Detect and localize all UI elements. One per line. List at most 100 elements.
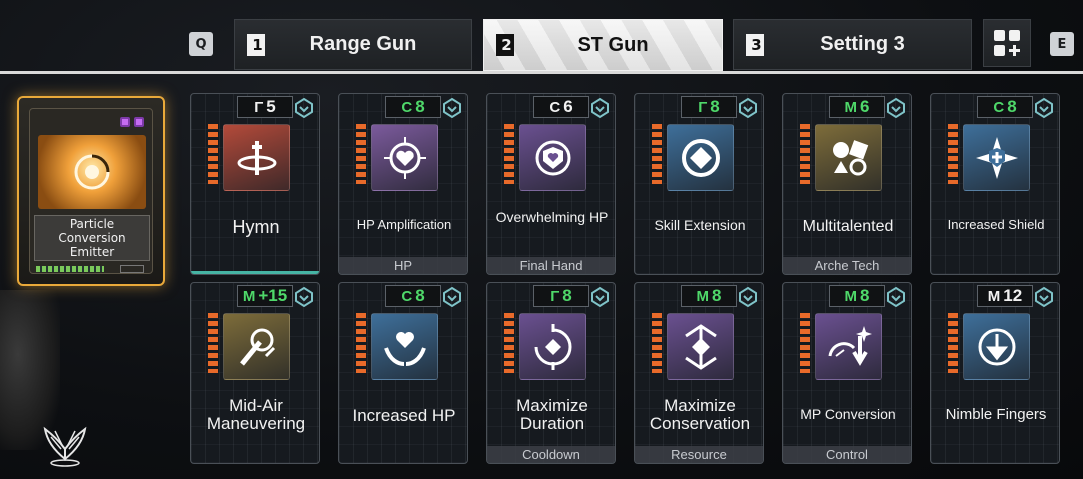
tab-label: ST Gun bbox=[577, 33, 649, 56]
module-card[interactable]: M 6 Multitalented Arche Tech bbox=[782, 93, 912, 275]
capacity-bars bbox=[800, 313, 810, 373]
tab-number: 1 bbox=[247, 34, 265, 56]
module-class-badge-icon bbox=[293, 286, 315, 308]
module-class-badge-icon bbox=[885, 97, 907, 119]
tab-number: 3 bbox=[746, 34, 764, 56]
cost-value: 8 bbox=[415, 97, 425, 116]
cost-type-icon: M bbox=[242, 287, 256, 305]
prev-tab-key[interactable]: Q bbox=[189, 32, 213, 56]
module-cost: M8 bbox=[681, 285, 737, 307]
module-tag: Arche Tech bbox=[783, 257, 911, 274]
module-card[interactable]: Γ 8 Maximize Duration Cooldown bbox=[486, 282, 616, 464]
module-card[interactable]: M 8 Maximize Conservation Resource bbox=[634, 282, 764, 464]
module-title: Overwhelming HP bbox=[495, 209, 609, 225]
heart-sun-icon bbox=[371, 124, 438, 191]
equipment-frame: Particle Conversion Emitter bbox=[29, 108, 153, 274]
module-title: Nimble Fingers bbox=[945, 406, 1047, 423]
wings-icon[interactable] bbox=[40, 420, 90, 470]
module-cost: M +15 bbox=[237, 285, 293, 307]
cost-value: 5 bbox=[266, 97, 276, 116]
module-title: Multitalented bbox=[802, 218, 894, 235]
next-tab-key[interactable]: E bbox=[1050, 32, 1074, 56]
module-tag: Resource bbox=[635, 446, 763, 463]
module-class-badge-icon bbox=[885, 286, 907, 308]
tab-label: Setting 3 bbox=[820, 33, 905, 55]
module-tag: Cooldown bbox=[487, 446, 615, 463]
diamond-ring-icon bbox=[667, 124, 734, 191]
particle-emitter-icon bbox=[38, 135, 146, 209]
module-cost: Γ5 bbox=[237, 96, 293, 118]
module-title: Mid-Air Maneuvering bbox=[206, 396, 306, 433]
equipment-card[interactable]: Particle Conversion Emitter bbox=[17, 96, 165, 286]
module-cost: C8 bbox=[385, 96, 441, 118]
module-cost: Γ8 bbox=[681, 96, 737, 118]
module-cost: M8 bbox=[829, 285, 885, 307]
grid-plus-icon bbox=[994, 30, 1020, 56]
module-class-badge-icon bbox=[441, 286, 463, 308]
cost-value: 12 bbox=[1003, 286, 1023, 305]
equipment-name: Particle Conversion Emitter bbox=[34, 215, 150, 261]
cost-type-icon: C bbox=[401, 98, 413, 116]
module-card[interactable]: Γ 8 Skill Extension bbox=[634, 93, 764, 275]
module-card[interactable]: M 8 MP Conversion Control bbox=[782, 282, 912, 464]
socket-indicators bbox=[120, 117, 144, 127]
module-title: MP Conversion bbox=[800, 406, 896, 422]
gauge-arrow-icon bbox=[815, 313, 882, 380]
module-card[interactable]: M 12 Nimble Fingers bbox=[930, 282, 1060, 464]
heart-hands-icon bbox=[371, 313, 438, 380]
heart-shield-icon bbox=[519, 124, 586, 191]
hymn-icon bbox=[223, 124, 290, 191]
capacity-bars bbox=[208, 124, 218, 184]
capacity-bars bbox=[208, 313, 218, 373]
module-cost: C6 bbox=[533, 96, 589, 118]
module-tag: Control bbox=[783, 446, 911, 463]
module-card[interactable]: C 8 Increased HP bbox=[338, 282, 468, 464]
tab-label: Range Gun bbox=[309, 33, 417, 55]
cost-type-icon: Γ bbox=[550, 287, 560, 305]
module-tag: Final Hand bbox=[487, 257, 615, 274]
module-class-badge-icon bbox=[737, 286, 759, 308]
module-card[interactable]: C 6 Overwhelming HP Final Hand bbox=[486, 93, 616, 275]
module-cost: M 12 bbox=[977, 285, 1033, 307]
module-class-badge-icon bbox=[1033, 97, 1055, 119]
module-cost: C8 bbox=[385, 285, 441, 307]
module-card[interactable]: Γ 5 Hymn bbox=[190, 93, 320, 275]
module-cost: C8 bbox=[977, 96, 1033, 118]
capacity-bars bbox=[504, 313, 514, 373]
capacity-bars bbox=[948, 313, 958, 373]
module-class-badge-icon bbox=[441, 97, 463, 119]
cost-value: 8 bbox=[710, 97, 720, 116]
tab-setting-3[interactable]: 3 Setting 3 bbox=[733, 19, 972, 70]
cost-value: 8 bbox=[415, 286, 425, 305]
conserve-icon bbox=[667, 313, 734, 380]
module-title: Maximize Duration bbox=[516, 396, 588, 433]
module-class-badge-icon bbox=[589, 97, 611, 119]
clock-arrow-icon bbox=[963, 313, 1030, 380]
cost-value: 8 bbox=[1007, 97, 1017, 116]
tab-number: 2 bbox=[496, 34, 514, 56]
capacity-bars bbox=[356, 124, 366, 184]
cycle-diamond-icon bbox=[519, 313, 586, 380]
module-cost: Γ8 bbox=[533, 285, 589, 307]
weapon-setting-tabs: Q 1 Range Gun 2 ST Gun 3 Setting 3 E bbox=[0, 0, 1083, 75]
cost-value: 8 bbox=[562, 286, 572, 305]
equipped-indicator bbox=[191, 257, 319, 274]
cost-value: +15 bbox=[258, 286, 288, 305]
capacity-bars bbox=[356, 313, 366, 373]
cost-type-icon: M bbox=[696, 287, 710, 305]
module-card[interactable]: C 8 Increased Shield bbox=[930, 93, 1060, 275]
module-class-badge-icon bbox=[737, 97, 759, 119]
module-card[interactable]: C 8 HP Amplification HP bbox=[338, 93, 468, 275]
cost-value: 6 bbox=[563, 97, 573, 116]
module-class-badge-icon bbox=[1033, 286, 1055, 308]
capacity-bars bbox=[504, 124, 514, 184]
tab-st-gun[interactable]: 2 ST Gun bbox=[483, 19, 723, 71]
capacity-bars bbox=[652, 124, 662, 184]
cost-type-icon: C bbox=[549, 98, 561, 116]
add-setting-button[interactable] bbox=[983, 19, 1031, 67]
module-title: Skill Extension bbox=[654, 217, 746, 233]
module-card[interactable]: M +15 Mid-Air Maneuvering bbox=[190, 282, 320, 464]
tab-range-gun[interactable]: 1 Range Gun bbox=[234, 19, 472, 70]
shield-cross-icon bbox=[963, 124, 1030, 191]
tab-divider bbox=[0, 71, 1083, 74]
